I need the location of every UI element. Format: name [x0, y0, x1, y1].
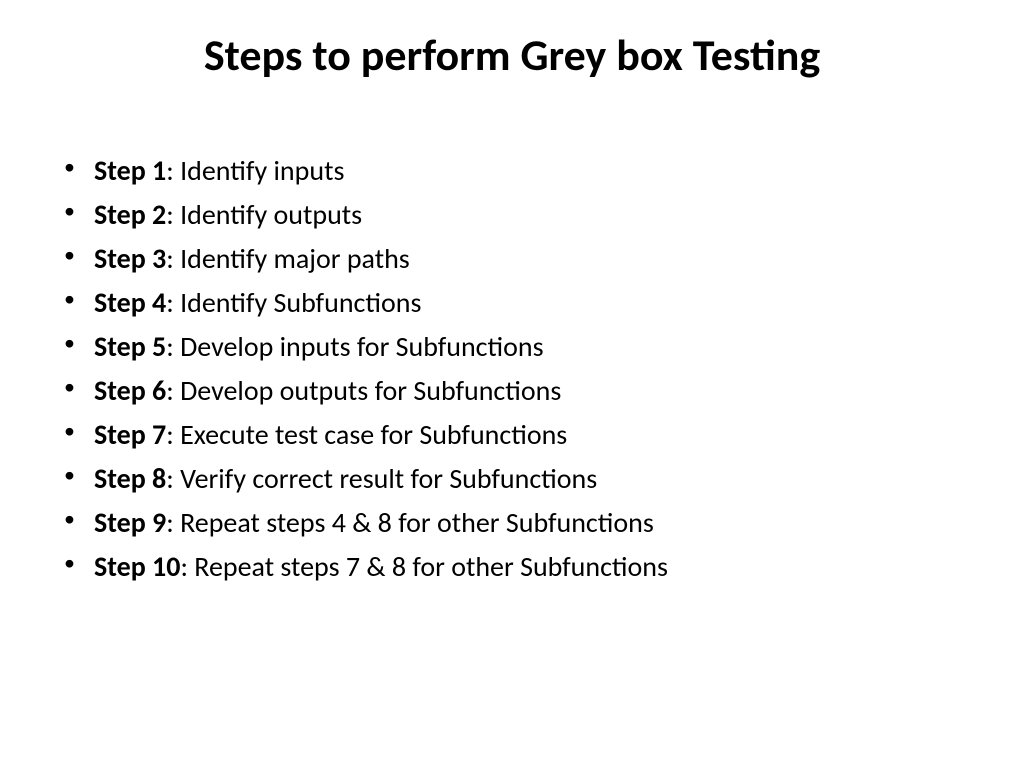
step-text: : Develop outputs for Subfunctions — [166, 373, 561, 408]
step-text: : Identify Subfunctions — [166, 285, 421, 320]
step-label: Step 7 — [94, 417, 166, 452]
step-label: Step 1 — [94, 153, 166, 188]
step-text: : Identify outputs — [166, 197, 362, 232]
steps-list: Step 1: Identify inputs Step 2: Identify… — [50, 150, 974, 588]
step-text: : Develop inputs for Subfunctions — [166, 329, 543, 364]
step-text: : Repeat steps 7 & 8 for other Subfuncti… — [180, 549, 668, 584]
step-label: Step 8 — [94, 461, 166, 496]
step-label: Step 3 — [94, 241, 166, 276]
slide-title: Steps to perform Grey box Testing — [50, 28, 974, 82]
list-item: Step 9: Repeat steps 4 & 8 for other Sub… — [94, 502, 974, 544]
list-item: Step 8: Verify correct result for Subfun… — [94, 458, 974, 500]
step-text: : Identify major paths — [166, 241, 410, 276]
step-label: Step 6 — [94, 373, 166, 408]
step-label: Step 9 — [94, 505, 166, 540]
step-label: Step 10 — [94, 549, 180, 584]
step-label: Step 2 — [94, 197, 166, 232]
step-text: : Execute test case for Subfunctions — [166, 417, 567, 452]
list-item: Step 1: Identify inputs — [94, 150, 974, 192]
step-text: : Repeat steps 4 & 8 for other Subfuncti… — [166, 505, 654, 540]
step-label: Step 5 — [94, 329, 166, 364]
list-item: Step 3: Identify major paths — [94, 238, 974, 280]
list-item: Step 5: Develop inputs for Subfunctions — [94, 326, 974, 368]
list-item: Step 7: Execute test case for Subfunctio… — [94, 414, 974, 456]
list-item: Step 10: Repeat steps 7 & 8 for other Su… — [94, 546, 974, 588]
list-item: Step 2: Identify outputs — [94, 194, 974, 236]
list-item: Step 6: Develop outputs for Subfunctions — [94, 370, 974, 412]
step-text: : Verify correct result for Subfunctions — [166, 461, 597, 496]
step-text: : Identify inputs — [166, 153, 344, 188]
list-item: Step 4: Identify Subfunctions — [94, 282, 974, 324]
step-label: Step 4 — [94, 285, 166, 320]
